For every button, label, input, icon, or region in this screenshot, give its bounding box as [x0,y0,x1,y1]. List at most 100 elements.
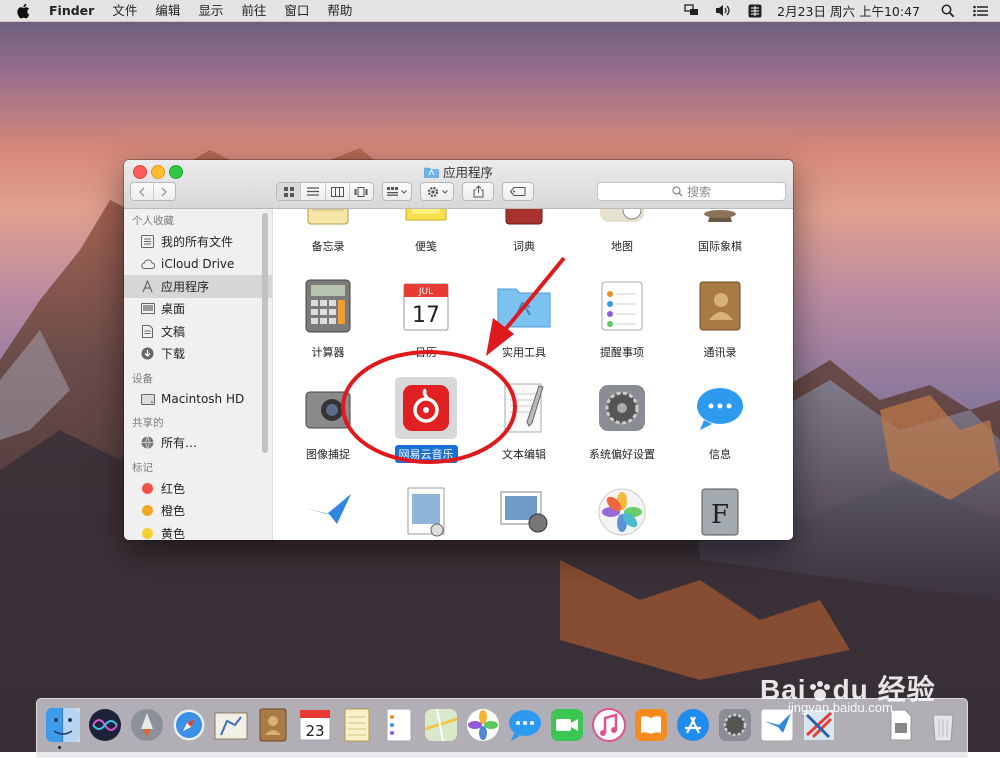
volume-icon[interactable] [715,4,731,18]
list-view-button[interactable] [301,183,326,200]
app-item[interactable] [280,481,376,540]
app-item[interactable] [476,481,572,540]
desktop-icon [140,302,155,316]
window-title: 应用程序 [124,162,793,181]
sidebar-item-tag-yellow[interactable]: 黄色 [124,522,272,540]
app-item[interactable] [378,481,474,540]
trash-icon[interactable] [925,707,961,743]
menu-app-name[interactable]: Finder [40,0,103,21]
ibooks-icon[interactable] [633,707,669,743]
icon-view-button[interactable] [277,183,302,200]
menu-file[interactable]: 文件 [103,0,146,21]
sidebar-item-label: 文稿 [161,324,186,339]
view-mode-control [276,182,374,201]
input-method-icon[interactable] [747,4,763,18]
display-mirroring-icon[interactable] [683,4,699,18]
sidebar-item-macintosh-hd[interactable]: Macintosh HD [124,388,272,411]
app-item[interactable]: 实用工具 [476,275,572,375]
mail-app-icon[interactable] [213,707,249,743]
safari-icon[interactable] [171,707,207,743]
forward-button[interactable] [154,183,176,200]
reminders-app-icon [591,275,653,337]
app-item[interactable]: 计算器 [280,275,376,375]
calendar-month-text: JUL [418,287,433,297]
app-item[interactable]: 通讯录 [672,275,768,375]
app-item[interactable]: 备忘录 [280,209,376,269]
siri-icon[interactable] [87,707,123,743]
search-field[interactable]: 搜索 [597,182,786,201]
sidebar-item-all-my-files[interactable]: 我的所有文件 [124,230,272,253]
download-icon [140,347,155,361]
share-button[interactable] [462,182,494,201]
dock-calendar-day: 23 [305,722,324,740]
system-preferences-icon[interactable] [717,707,753,743]
search-icon[interactable] [940,4,956,18]
chevron-down-icon [441,189,448,194]
sidebar-item-documents[interactable]: 文稿 [124,320,272,343]
menu-help[interactable]: 帮助 [318,0,361,21]
menu-edit[interactable]: 编辑 [146,0,189,21]
tag-dot-orange-icon [140,504,155,518]
window-toolbar: 应用程序 搜索 [124,160,793,209]
app-label: 实用工具 [502,346,546,359]
sidebar-item-downloads[interactable]: 下载 [124,343,272,366]
font-book-app-icon: F [689,481,751,540]
app-item[interactable]: 国际象棋 [672,209,768,269]
dictionary-app-icon [493,209,555,231]
sidebar-item-applications[interactable]: 应用程序 [124,275,272,298]
sidebar-item-shared-all[interactable]: 所有… [124,432,272,455]
reminders-icon[interactable] [381,707,417,743]
app-item[interactable]: 便笺 [378,209,474,269]
list-icon[interactable] [972,4,988,18]
notes-icon[interactable] [339,707,375,743]
app-item[interactable]: 词典 [476,209,572,269]
app-item[interactable]: 地图 [574,209,670,269]
file-grid: 备忘录 便笺 词典 地图 国际象棋 计算器 JUL 17 日历 实用工具 提醒事… [273,209,793,540]
preview-app-icon [395,481,457,540]
menu-go[interactable]: 前往 [232,0,275,21]
back-button[interactable] [131,183,154,200]
menu-window[interactable]: 窗口 [275,0,318,21]
photos-icon[interactable] [465,707,501,743]
maps-app-icon [591,209,653,231]
app-item[interactable]: JUL 17 日历 [378,275,474,375]
menu-clock[interactable]: 2月23日 周六 上午10:47 [777,1,920,20]
utilities-folder-icon [493,275,555,337]
sidebar-item-tag-orange[interactable]: 橙色 [124,500,272,523]
app-item[interactable]: 图像捕捉 [280,377,376,477]
sidebar-header-tags: 标记 [132,462,153,474]
facetime-icon[interactable] [549,707,585,743]
maps-icon[interactable] [423,707,459,743]
finder-icon[interactable] [45,707,81,743]
app-item[interactable]: 文本编辑 [476,377,572,477]
calendar-icon[interactable]: 23 [297,707,333,743]
app-item[interactable]: F [672,481,768,540]
network-globe-icon [140,436,155,450]
app-label: 国际象棋 [698,240,742,253]
photos-app-icon [591,481,653,540]
app-item[interactable]: 提醒事项 [574,275,670,375]
sidebar-item-icloud-drive[interactable]: iCloud Drive [124,253,272,276]
messages-icon[interactable] [507,707,543,743]
sidebar-item-desktop[interactable]: 桌面 [124,298,272,321]
contacts-icon[interactable] [255,707,291,743]
itunes-icon[interactable] [591,707,627,743]
tags-button[interactable] [502,182,534,201]
apple-logo-icon[interactable] [16,3,30,19]
column-view-button[interactable] [326,183,350,200]
launchpad-icon[interactable] [129,707,165,743]
app-item[interactable]: 系统偏好设置 [574,377,670,477]
photo-booth-app-icon [493,481,555,540]
action-button[interactable] [420,182,454,201]
app-label: 词典 [513,240,535,253]
menu-view[interactable]: 显示 [189,0,232,21]
sidebar-scrollbar[interactable] [262,213,268,453]
app-store-icon[interactable] [675,707,711,743]
sidebar-item-tag-red[interactable]: 红色 [124,477,272,500]
arrange-button[interactable] [382,182,412,201]
app-item-netease-music[interactable]: 网易云音乐 [378,377,474,477]
search-icon [672,186,683,197]
app-item[interactable]: 信息 [672,377,768,477]
app-item[interactable] [574,481,670,540]
cover-flow-view-button[interactable] [350,183,373,200]
